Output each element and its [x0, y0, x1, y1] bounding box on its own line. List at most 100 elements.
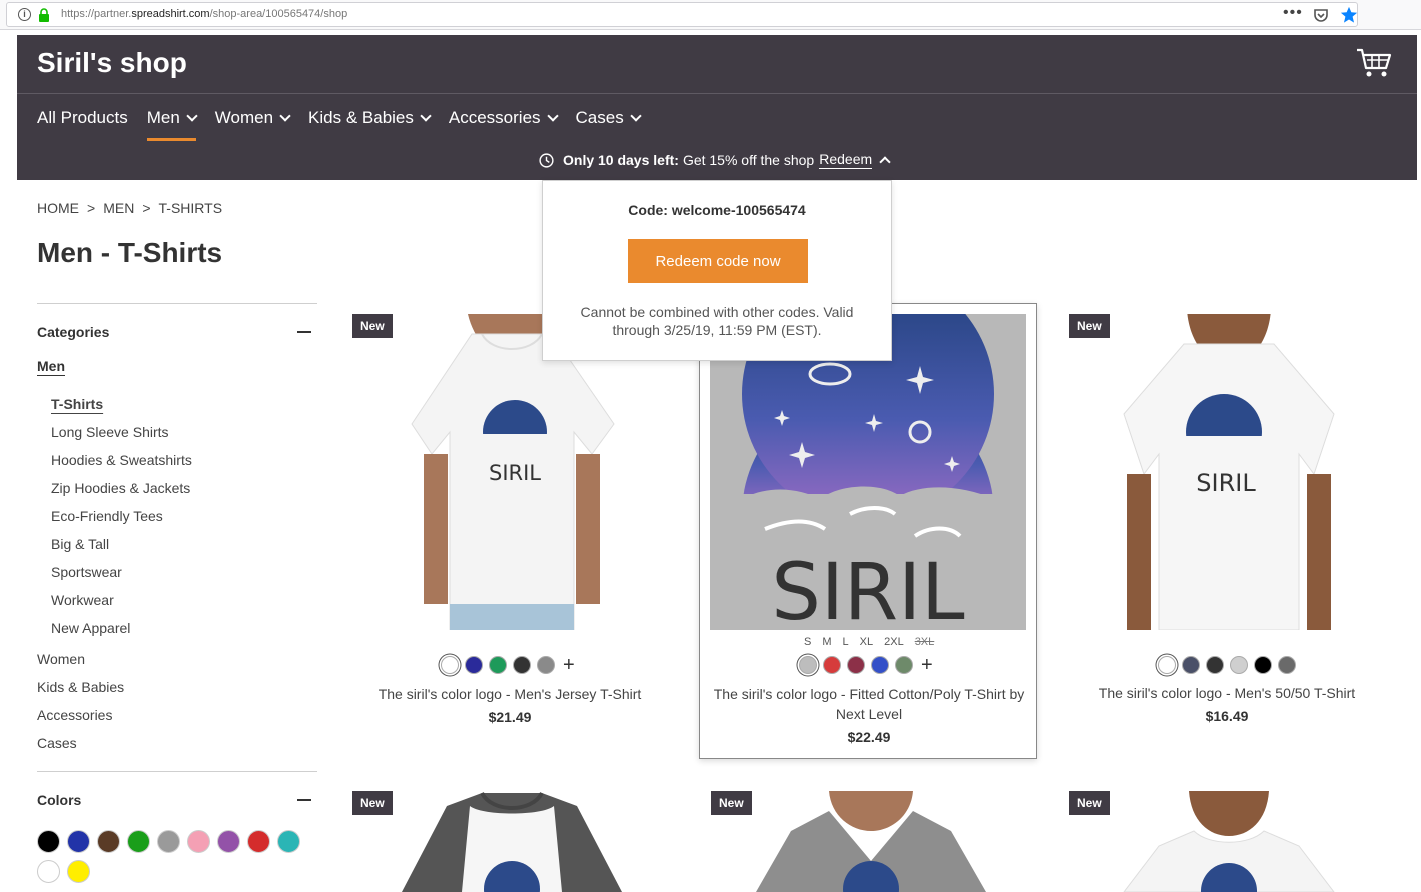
color-swatch[interactable] [823, 656, 841, 674]
color-filter-swatch[interactable] [37, 860, 60, 883]
svg-text:SIRIL: SIRIL [489, 461, 541, 485]
category-cases[interactable]: Cases [37, 729, 317, 757]
category-accessories[interactable]: Accessories [37, 701, 317, 729]
color-swatches [1158, 656, 1296, 674]
category-kids-babies[interactable]: Kids & Babies [37, 673, 317, 701]
address-bar[interactable]: i https://partner.spreadshirt.com/shop-a… [6, 2, 1358, 27]
chevron-down-icon [546, 110, 559, 122]
subcategory-zip-hoodies[interactable]: Zip Hoodies & Jackets [37, 474, 317, 502]
size-option[interactable]: 2XL [884, 636, 904, 648]
subcategory-hoodies[interactable]: Hoodies & Sweatshirts [37, 446, 317, 474]
size-option[interactable]: S [804, 636, 811, 648]
color-swatch[interactable] [489, 656, 507, 674]
nav-accessories[interactable]: Accessories [449, 107, 559, 129]
color-filter-swatch[interactable] [277, 830, 300, 853]
new-badge: New [1069, 791, 1110, 815]
subcategory-tshirts[interactable]: T-Shirts [37, 390, 317, 418]
subcategory-sportswear[interactable]: Sportswear [37, 558, 317, 586]
breadcrumb-men[interactable]: MEN [103, 200, 134, 216]
subcategory-big-tall[interactable]: Big & Tall [37, 530, 317, 558]
color-filter-swatch[interactable] [187, 830, 210, 853]
promo-text: Get 15% off the shop [682, 152, 815, 168]
collapse-icon[interactable] [297, 799, 311, 801]
breadcrumb-separator: > [142, 200, 151, 216]
browser-toolbar: i https://partner.spreadshirt.com/shop-a… [0, 0, 1421, 30]
size-option[interactable]: L [843, 636, 849, 648]
chevron-down-icon [420, 110, 432, 122]
product-image[interactable]: SIRIL [710, 314, 1026, 630]
color-filter-swatch[interactable] [37, 830, 60, 853]
redeem-code-button[interactable]: Redeem code now [628, 239, 808, 283]
color-swatch[interactable] [1254, 656, 1272, 674]
new-badge: New [352, 314, 393, 338]
nav-women[interactable]: Women [215, 107, 291, 129]
color-swatch[interactable] [799, 656, 817, 674]
new-badge: New [352, 791, 393, 815]
product-image[interactable] [711, 791, 1027, 892]
main-nav: All Products Men Women Kids & Babies Acc… [37, 107, 659, 141]
size-option[interactable]: XL [860, 636, 873, 648]
subcategory-long-sleeve[interactable]: Long Sleeve Shirts [37, 418, 317, 446]
color-swatch[interactable] [537, 656, 555, 674]
product-image[interactable]: SIRIL [352, 314, 668, 630]
categories-header[interactable]: Categories [37, 304, 317, 360]
breadcrumb: HOME > MEN > T-SHIRTS [37, 200, 222, 216]
more-colors-icon[interactable]: + [921, 655, 933, 675]
subcategory-new-apparel[interactable]: New Apparel [37, 614, 317, 642]
color-filter-swatch[interactable] [247, 830, 270, 853]
cart-icon[interactable] [1356, 47, 1392, 79]
color-swatch[interactable] [895, 656, 913, 674]
color-swatch[interactable] [847, 656, 865, 674]
info-icon[interactable]: i [18, 8, 31, 21]
subcategory-workwear[interactable]: Workwear [37, 586, 317, 614]
color-swatch[interactable] [1182, 656, 1200, 674]
color-filter-swatch[interactable] [97, 830, 120, 853]
color-swatch[interactable] [465, 656, 483, 674]
color-filter-swatch[interactable] [67, 860, 90, 883]
color-swatch[interactable] [1206, 656, 1224, 674]
color-swatch[interactable] [1158, 656, 1176, 674]
color-filter-swatch[interactable] [157, 830, 180, 853]
category-men[interactable]: Men [37, 358, 317, 384]
product-name[interactable]: The siril's color logo - Men's 50/50 T-S… [1069, 683, 1385, 703]
filter-sidebar: Categories Men T-Shirts Long Sleeve Shir… [37, 303, 317, 883]
bookmark-star-icon[interactable] [1340, 6, 1358, 24]
color-swatch[interactable] [513, 656, 531, 674]
pocket-icon[interactable] [1313, 8, 1329, 23]
breadcrumb-tshirts[interactable]: T-SHIRTS [159, 200, 223, 216]
chevron-up-icon[interactable] [879, 156, 891, 168]
more-colors-icon[interactable]: + [563, 655, 575, 675]
product-image[interactable] [352, 791, 668, 892]
category-women[interactable]: Women [37, 645, 317, 673]
page-title: Men - T-Shirts [37, 237, 223, 268]
chevron-down-icon [186, 110, 198, 122]
subcategory-eco-friendly[interactable]: Eco-Friendly Tees [37, 502, 317, 530]
nav-men[interactable]: Men [146, 107, 198, 141]
size-option[interactable]: M [822, 636, 831, 648]
categories-heading: Categories [37, 324, 110, 340]
color-swatch[interactable] [1230, 656, 1248, 674]
nav-kids-babies[interactable]: Kids & Babies [308, 107, 432, 129]
color-filter-swatch[interactable] [67, 830, 90, 853]
nav-cases[interactable]: Cases [576, 107, 642, 129]
page-actions-icon[interactable]: ••• [1283, 4, 1303, 22]
new-badge: New [1069, 314, 1110, 338]
product-name[interactable]: The siril's color logo - Men's Jersey T-… [352, 684, 668, 704]
size-option-unavailable: 3XL [914, 636, 935, 648]
color-swatch[interactable] [441, 656, 459, 674]
colors-header[interactable]: Colors [37, 772, 317, 828]
product-name[interactable]: The siril's color logo - Fitted Cotton/P… [706, 684, 1032, 724]
color-swatch[interactable] [1278, 656, 1296, 674]
collapse-icon[interactable] [297, 331, 311, 333]
shop-title[interactable]: Siril's shop [37, 47, 187, 79]
nav-all-products[interactable]: All Products [37, 107, 128, 129]
product-image[interactable]: SIRIL [1069, 314, 1385, 630]
color-swatch[interactable] [871, 656, 889, 674]
chevron-down-icon [279, 110, 291, 122]
product-image[interactable] [1069, 791, 1385, 892]
color-filter-swatch[interactable] [217, 830, 240, 853]
breadcrumb-home[interactable]: HOME [37, 200, 79, 216]
color-filter-swatch[interactable] [127, 830, 150, 853]
promo-redeem-link[interactable]: Redeem [819, 151, 873, 169]
size-list: S M L XL 2XL 3XL [804, 636, 934, 648]
